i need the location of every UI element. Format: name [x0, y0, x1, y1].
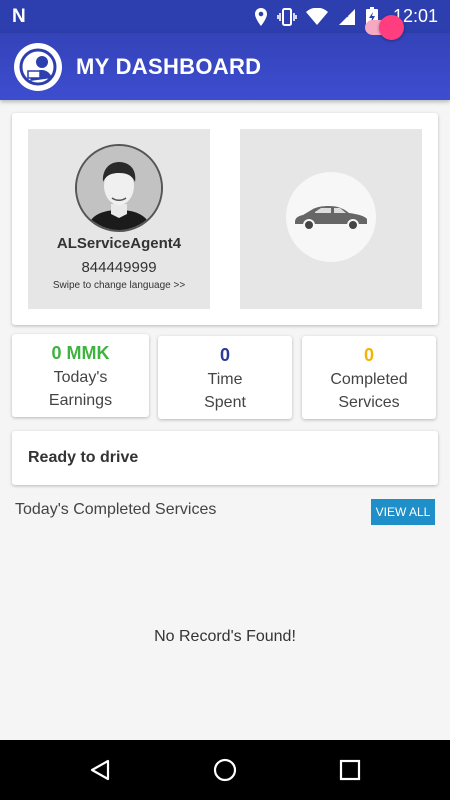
- vibrate-icon: [277, 7, 297, 26]
- recents-square-icon[interactable]: [338, 758, 362, 782]
- todays-earnings-card[interactable]: 0 MMK Today's Earnings: [12, 334, 149, 417]
- ready-to-drive-card: Ready to drive: [12, 431, 438, 485]
- page-title: MY DASHBOARD: [76, 54, 262, 79]
- todays-earnings-label-line2: Earnings: [48, 392, 113, 409]
- vehicle-panel[interactable]: [240, 129, 422, 309]
- svg-text:R: R: [343, 10, 349, 19]
- wifi-icon: [305, 7, 328, 25]
- location-icon: [254, 7, 267, 26]
- completed-services-value: 0: [363, 345, 374, 365]
- status-icons: R 12:01: [254, 6, 438, 27]
- todays-earnings-label-line1: Today's: [53, 369, 108, 386]
- n-notification-icon: N: [12, 6, 26, 27]
- toggle-thumb[interactable]: [379, 15, 404, 40]
- completed-services-label-line2: Services: [338, 394, 400, 411]
- ready-to-drive-label: Ready to drive: [28, 449, 139, 466]
- empty-state-message: No Record's Found!: [154, 628, 296, 645]
- avatar: [75, 144, 163, 232]
- signal-roaming-icon: R: [338, 8, 355, 25]
- time-spent-label-line2: Spent: [204, 394, 246, 411]
- time-spent-label-line1: Time: [207, 371, 243, 388]
- completed-services-heading: Today's Completed Services: [15, 501, 217, 518]
- agent-profile-panel[interactable]: ALServiceAgent4 844449999 Swipe to chang…: [28, 129, 210, 309]
- agent-name: ALServiceAgent4: [56, 235, 182, 252]
- app-bar: MY DASHBOARD: [0, 33, 450, 100]
- time-spent-value: 0: [219, 345, 230, 365]
- system-nav-bar: [0, 740, 450, 800]
- app-logo-icon: [14, 43, 62, 91]
- completed-services-card[interactable]: 0 Completed Services: [302, 336, 436, 419]
- agent-phone: 844449999: [81, 259, 157, 276]
- time-spent-card[interactable]: 0 Time Spent: [158, 336, 292, 419]
- completed-services-label-line1: Completed: [330, 371, 408, 388]
- home-circle-icon[interactable]: [213, 758, 237, 782]
- view-all-button[interactable]: VIEW ALL: [371, 499, 435, 525]
- back-triangle-icon[interactable]: [88, 758, 112, 782]
- swipe-language-hint: Swipe to change language >>: [52, 280, 186, 291]
- profile-card[interactable]: ALServiceAgent4 844449999 Swipe to chang…: [12, 113, 438, 325]
- car-icon: [286, 172, 376, 262]
- todays-earnings-value: 0 MMK: [51, 343, 110, 363]
